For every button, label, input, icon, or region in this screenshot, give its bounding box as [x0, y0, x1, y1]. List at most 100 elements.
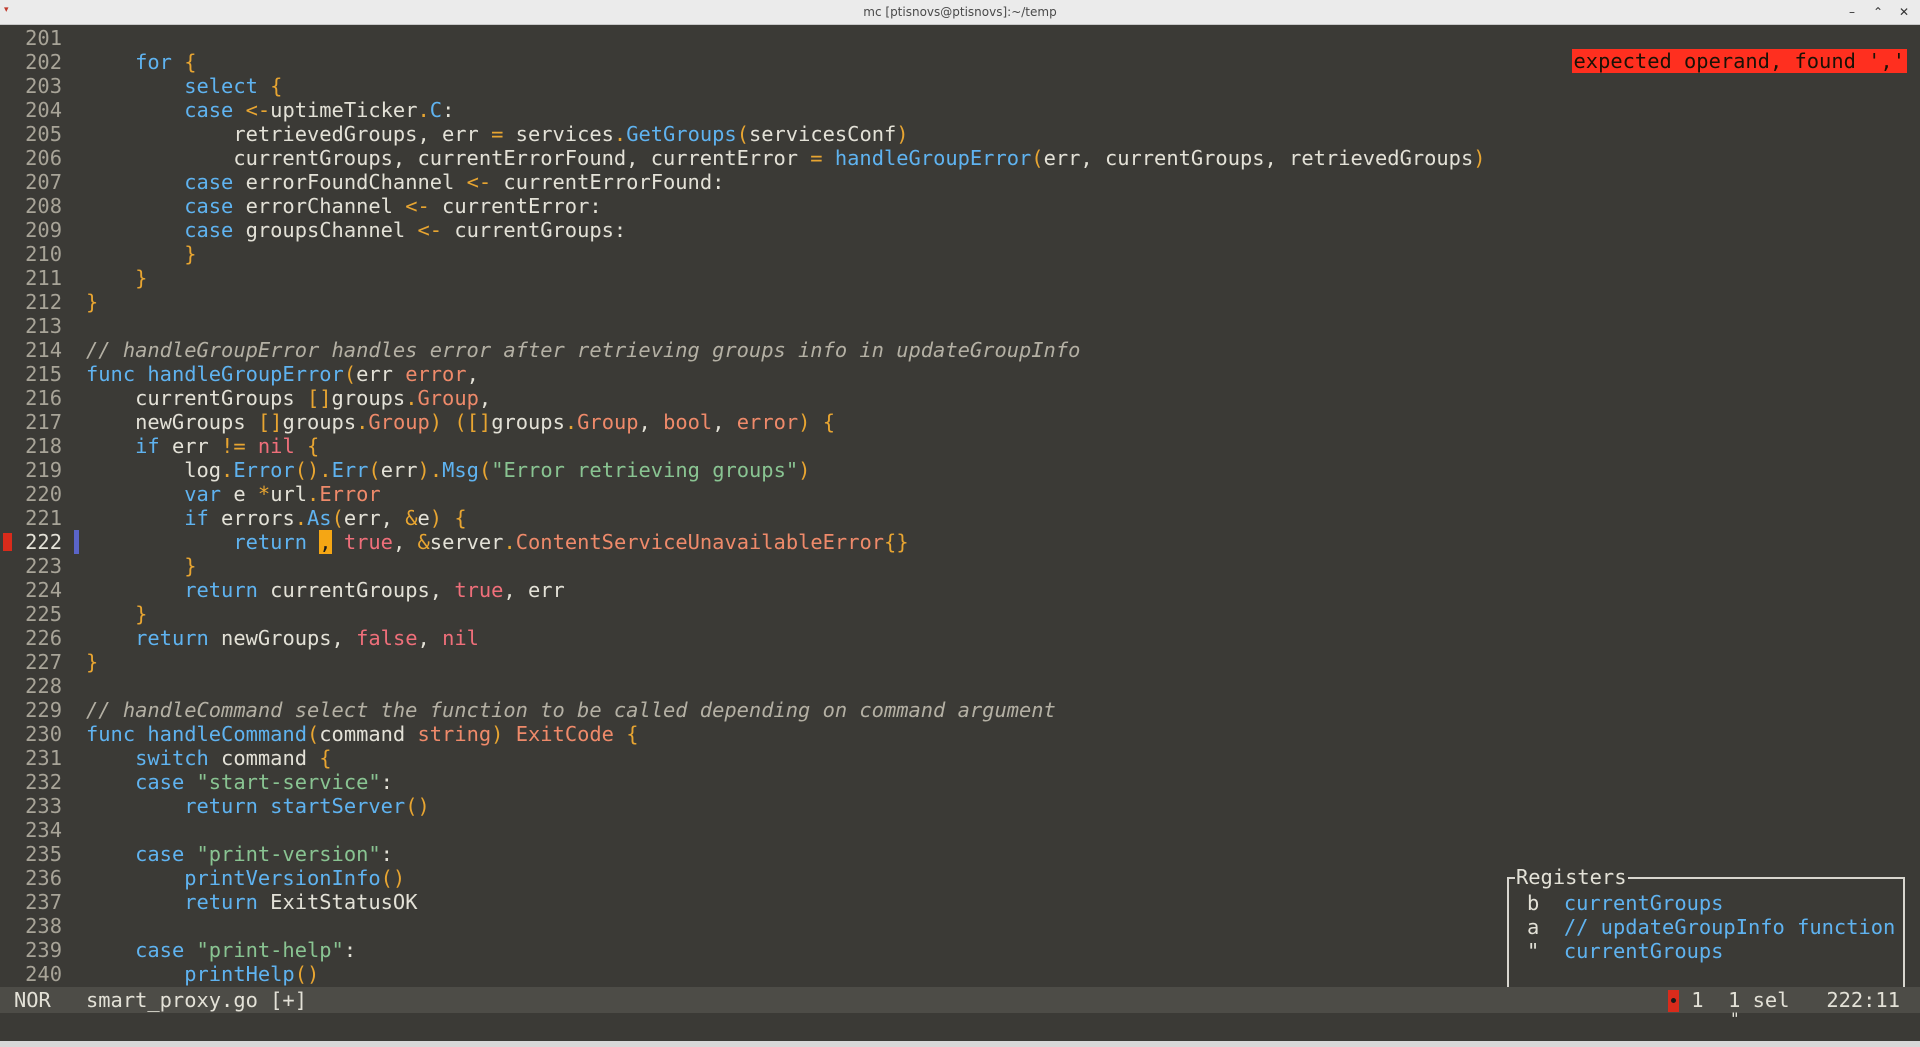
code-line[interactable]: func handleGroupError(err error,: [86, 362, 479, 386]
code-line[interactable]: // handleCommand select the function to …: [86, 698, 1056, 722]
code-token: }: [184, 554, 197, 578]
code-line[interactable]: case "print-help":: [86, 938, 356, 962]
code-line[interactable]: case errorChannel <- currentError:: [86, 194, 601, 218]
code-line[interactable]: return ExitStatusOK: [86, 890, 417, 914]
code-line[interactable]: }: [86, 554, 197, 578]
code-token: <-: [466, 170, 492, 194]
code-token: err: [356, 362, 406, 386]
code-line[interactable]: printVersionInfo(): [86, 866, 405, 890]
minimize-icon[interactable]: –: [1842, 2, 1862, 22]
status-right: 1 1 sel 222:11: [1667, 987, 1900, 1013]
line-number: 219: [25, 458, 62, 482]
code-token: e: [221, 482, 258, 506]
maximize-icon[interactable]: ⌃: [1868, 2, 1888, 22]
code-token: {}: [884, 530, 909, 554]
code-line[interactable]: return startServer(): [86, 794, 430, 818]
line-number: 234: [25, 818, 62, 842]
code-line[interactable]: return newGroups, false, nil: [86, 626, 479, 650]
code-token: true: [454, 578, 504, 602]
code-line[interactable]: newGroups []groups.Group) ([]groups.Grou…: [86, 410, 835, 434]
line-number: 206: [25, 146, 62, 170]
code-token: C: [429, 98, 443, 122]
code-token: =: [491, 122, 504, 146]
code-line[interactable]: case "start-service":: [86, 770, 393, 794]
code-line[interactable]: retrievedGroups, err = services.GetGroup…: [86, 122, 908, 146]
code-token: e: [417, 506, 430, 530]
code-line[interactable]: select {: [86, 74, 282, 98]
code-line[interactable]: }: [86, 242, 196, 266]
code-line[interactable]: for {: [86, 50, 197, 74]
register-value: currentGroups: [1563, 891, 1724, 915]
diagnostic-message: expected operand, found ',': [1571, 49, 1907, 73]
code-token: ExitStatusOK: [257, 890, 418, 914]
code-token: :: [442, 98, 455, 122]
window-title: mc [ptisnovs@ptisnovs]:~/temp: [863, 5, 1057, 19]
code-line[interactable]: return currentGroups, true, err: [86, 578, 565, 602]
code-token: Error: [319, 482, 381, 506]
code-token: {: [307, 434, 320, 458]
code-line[interactable]: case "print-version":: [86, 842, 393, 866]
line-number: 232: [25, 770, 62, 794]
line-number: 201: [25, 26, 62, 50]
code-line[interactable]: }: [86, 266, 147, 290]
code-line[interactable]: }: [86, 290, 98, 314]
code-line[interactable]: case errorFoundChannel <- currentErrorFo…: [86, 170, 724, 194]
code-line[interactable]: }: [86, 602, 147, 626]
code-token: .: [503, 530, 516, 554]
code-token: (: [736, 122, 749, 146]
line-number: 205: [25, 122, 62, 146]
line-number: 211: [25, 266, 62, 290]
line-number: 207: [25, 170, 62, 194]
line-number: 203: [25, 74, 62, 98]
code-token: {: [184, 50, 197, 74]
code-line[interactable]: var e *url.Error: [86, 482, 381, 506]
code-line[interactable]: switch command {: [86, 746, 331, 770]
line-number: 223: [25, 554, 62, 578]
code-line[interactable]: if errors.As(err, &e) {: [86, 506, 466, 530]
code-token: (): [405, 794, 430, 818]
registers-popup: Registers b currentGroups a // updateGro…: [1507, 865, 1905, 997]
line-number: 239: [25, 938, 62, 962]
line-number: 240: [25, 962, 62, 986]
line-number: 215: [25, 362, 62, 386]
code-line[interactable]: // handleGroupError handles error after …: [86, 338, 1080, 362]
code-token: , err: [503, 578, 565, 602]
code-token: <-: [245, 98, 271, 122]
code-token: .: [564, 410, 578, 434]
code-token: bool: [663, 410, 713, 434]
pending-register-indicator: ": [1730, 1009, 1740, 1028]
code-token: Err: [331, 458, 369, 482]
code-line[interactable]: return , true, &server.ContentServiceUna…: [86, 530, 909, 554]
code-token: err,: [343, 506, 406, 530]
code-line[interactable]: currentGroups, currentErrorFound, curren…: [86, 146, 1485, 170]
code-token: nil: [442, 626, 479, 650]
code-line[interactable]: }: [86, 650, 98, 674]
code-token: // handleCommand select the function to …: [86, 698, 1056, 722]
code-line[interactable]: printHelp(): [86, 962, 319, 986]
code-area[interactable]: for { select { case <-uptimeTicker.C: re…: [86, 25, 1920, 987]
code-token: printHelp: [184, 962, 295, 986]
code-line[interactable]: log.Error().Err(err).Msg("Error retrievi…: [86, 458, 810, 482]
code-line[interactable]: case groupsChannel <- currentGroups:: [86, 218, 626, 242]
code-line[interactable]: currentGroups []groups.Group,: [86, 386, 491, 410]
close-icon[interactable]: ✕: [1894, 2, 1914, 22]
code-token: currentErrorFound:: [491, 170, 725, 194]
code-token: return: [184, 578, 258, 602]
line-number: 213: [25, 314, 62, 338]
code-token: return: [184, 794, 258, 818]
code-token: log: [86, 458, 222, 482]
editor-pane[interactable]: 201 202 203 204 205 206 207 208 209 210 211 212 213 2…: [0, 25, 1920, 997]
code-token: currentGroups: [86, 386, 307, 410]
code-line[interactable]: case <-uptimeTicker.C:: [86, 98, 454, 122]
code-line[interactable]: func handleCommand(command string) ExitC…: [86, 722, 639, 746]
code-line[interactable]: if err != nil {: [86, 434, 319, 458]
code-token: Group: [417, 386, 479, 410]
